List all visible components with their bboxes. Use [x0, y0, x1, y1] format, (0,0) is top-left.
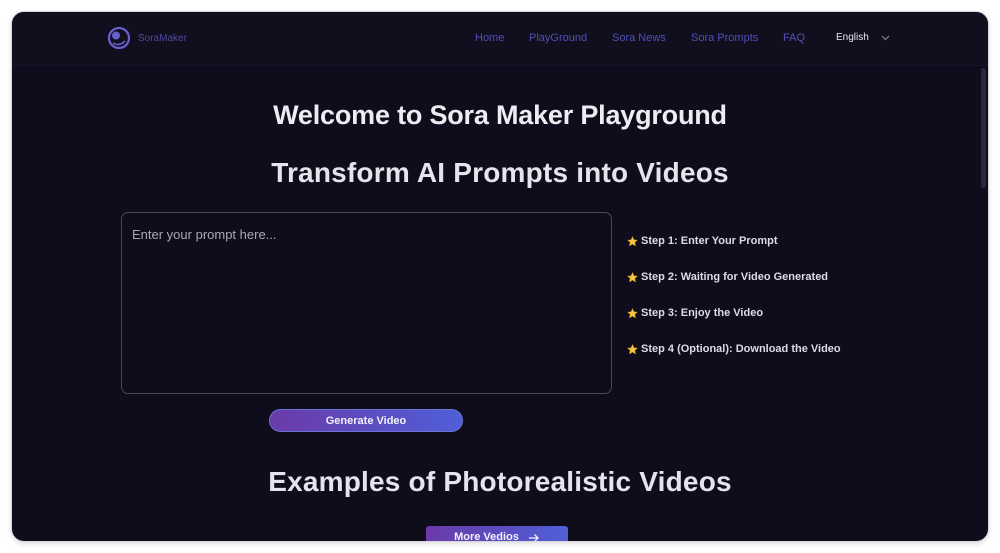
page-subtitle: Transform AI Prompts into Videos: [271, 157, 729, 188]
step-item: Step 3: Enjoy the Video: [627, 306, 841, 320]
nav-link-sora-news[interactable]: Sora News: [612, 32, 666, 44]
chevron-down-icon: [881, 35, 890, 40]
step-text: Step 3: Enjoy the Video: [641, 307, 764, 319]
prompt-input[interactable]: [121, 212, 612, 394]
navbar: SoraMaker Home PlayGround Sora News Sora…: [12, 12, 988, 66]
nav-link-home[interactable]: Home: [475, 32, 504, 44]
language-label: English: [836, 32, 869, 43]
more-videos-label: More Vedios: [454, 531, 519, 541]
star-icon: [627, 235, 638, 246]
star-icon: [627, 343, 638, 354]
browser-window: SoraMaker Home PlayGround Sora News Sora…: [12, 12, 988, 541]
step-item: Step 2: Waiting for Video Generated: [627, 270, 841, 284]
more-videos-button[interactable]: More Vedios: [426, 526, 568, 541]
examples-title: Examples of Photorealistic Videos: [268, 466, 732, 497]
generate-video-button[interactable]: Generate Video: [269, 409, 463, 432]
star-icon: [627, 271, 638, 282]
language-selector[interactable]: English: [836, 32, 890, 43]
steps-list: Step 1: Enter Your Prompt Step 2: Waitin…: [627, 234, 841, 378]
star-icon: [627, 307, 638, 318]
nav-link-playground[interactable]: PlayGround: [529, 32, 587, 44]
step-item: Step 1: Enter Your Prompt: [627, 234, 841, 248]
nav-link-faq[interactable]: FAQ: [783, 32, 805, 44]
page-title: Welcome to Sora Maker Playground: [273, 100, 727, 130]
step-text: Step 4 (Optional): Download the Video: [641, 343, 841, 355]
step-item: Step 4 (Optional): Download the Video: [627, 342, 841, 356]
step-text: Step 1: Enter Your Prompt: [641, 235, 778, 247]
nav-link-sora-prompts[interactable]: Sora Prompts: [691, 32, 758, 44]
step-text: Step 2: Waiting for Video Generated: [641, 271, 829, 283]
arrow-right-icon: [528, 534, 539, 541]
